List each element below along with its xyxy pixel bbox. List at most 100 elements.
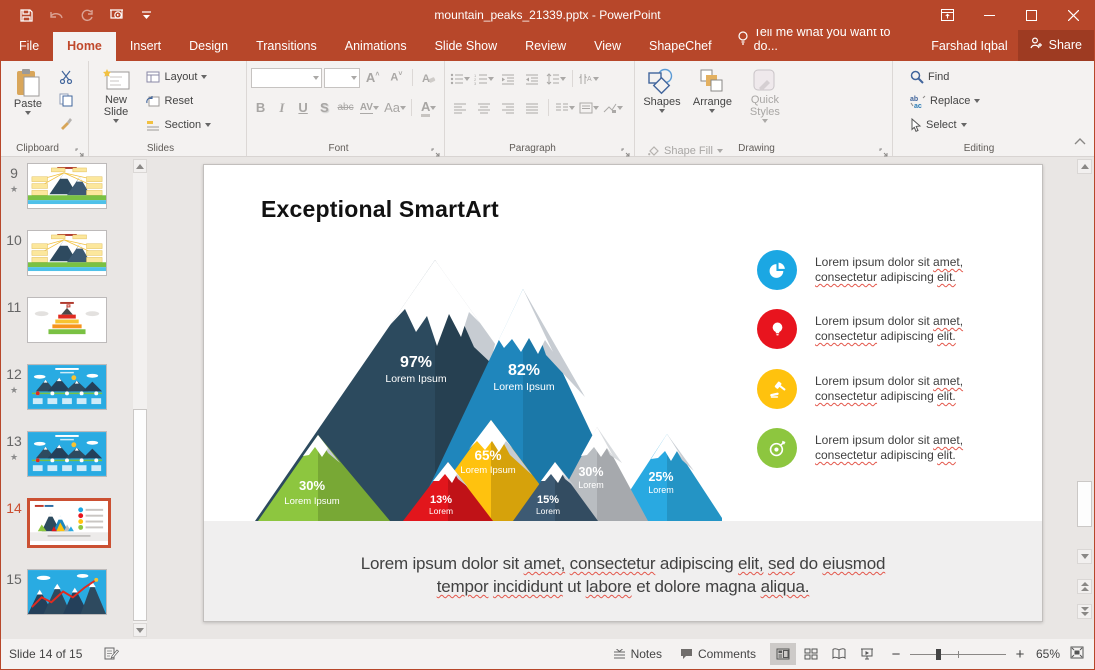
thumbnail-scrollbar-thumb[interactable] bbox=[133, 409, 147, 621]
notes-toggle[interactable]: Notes bbox=[609, 643, 666, 665]
previous-slide-icon[interactable] bbox=[1077, 579, 1092, 594]
underline-button[interactable]: U bbox=[293, 97, 312, 118]
align-center-button[interactable] bbox=[473, 97, 495, 118]
font-name-combobox[interactable] bbox=[251, 68, 322, 88]
cut-icon[interactable] bbox=[55, 66, 77, 87]
find-button[interactable]: Find bbox=[907, 66, 983, 88]
change-case-button[interactable]: Aa bbox=[384, 97, 407, 118]
slide-thumbnail-image[interactable] bbox=[27, 431, 107, 477]
tab-review[interactable]: Review bbox=[511, 32, 580, 61]
text-direction-button[interactable]: A bbox=[578, 68, 600, 89]
select-button[interactable]: Select bbox=[907, 114, 983, 136]
tab-design[interactable]: Design bbox=[175, 32, 242, 61]
arrange-button[interactable]: Arrange bbox=[689, 64, 735, 138]
italic-button[interactable]: I bbox=[272, 97, 291, 118]
minimize-icon[interactable] bbox=[968, 1, 1010, 29]
normal-view-icon[interactable] bbox=[770, 643, 796, 665]
section-button[interactable]: Section bbox=[143, 114, 214, 136]
font-size-combobox[interactable] bbox=[324, 68, 360, 88]
text-shadow-button[interactable]: S bbox=[315, 97, 334, 118]
tab-insert[interactable]: Insert bbox=[116, 32, 175, 61]
thumbnail-slide-13[interactable]: 13★ bbox=[1, 431, 131, 477]
close-icon[interactable] bbox=[1052, 1, 1094, 29]
strikethrough-button[interactable]: abc bbox=[336, 97, 355, 118]
tab-transitions[interactable]: Transitions bbox=[242, 32, 331, 61]
replace-button[interactable]: abac Replace bbox=[907, 90, 983, 112]
thumbnail-slide-15[interactable]: 15 bbox=[1, 569, 131, 615]
layout-button[interactable]: Layout bbox=[143, 66, 214, 88]
clear-formatting-icon[interactable]: A bbox=[418, 67, 440, 88]
grow-font-icon[interactable]: A˄ bbox=[362, 67, 384, 88]
zoom-level[interactable]: 65% bbox=[1036, 647, 1060, 661]
main-scrollbar[interactable] bbox=[1077, 159, 1092, 637]
redo-icon[interactable] bbox=[73, 3, 99, 27]
save-icon[interactable] bbox=[13, 3, 39, 27]
slideshow-view-icon[interactable] bbox=[854, 643, 880, 665]
scroll-up-icon[interactable] bbox=[1077, 159, 1092, 174]
slide-thumbnail-image[interactable] bbox=[27, 498, 111, 548]
feature-item[interactable]: Lorem ipsum dolor sit amet, consectetur … bbox=[757, 428, 963, 468]
align-text-button[interactable] bbox=[578, 97, 600, 118]
scroll-down-icon[interactable] bbox=[133, 623, 147, 637]
spell-check-icon[interactable] bbox=[104, 646, 119, 663]
tab-file[interactable]: File bbox=[1, 32, 53, 61]
ribbon-display-options-icon[interactable] bbox=[926, 1, 968, 29]
zoom-slider[interactable] bbox=[910, 654, 1006, 655]
align-right-button[interactable] bbox=[497, 97, 519, 118]
columns-button[interactable] bbox=[554, 97, 576, 118]
increase-indent-button[interactable] bbox=[521, 68, 543, 89]
next-slide-icon[interactable] bbox=[1077, 604, 1092, 619]
feature-item[interactable]: Lorem ipsum dolor sit amet, consectetur … bbox=[757, 309, 963, 349]
maximize-icon[interactable] bbox=[1010, 1, 1052, 29]
slide-thumbnail-image[interactable] bbox=[27, 230, 107, 276]
feature-item[interactable]: Lorem ipsum dolor sit amet, consectetur … bbox=[757, 250, 963, 290]
shrink-font-icon[interactable]: A˅ bbox=[386, 67, 408, 88]
tab-view[interactable]: View bbox=[580, 32, 635, 61]
fit-slide-to-window-icon[interactable] bbox=[1070, 646, 1088, 662]
tab-slide-show[interactable]: Slide Show bbox=[421, 32, 512, 61]
copy-icon[interactable] bbox=[55, 89, 77, 110]
line-spacing-button[interactable] bbox=[545, 68, 567, 89]
start-slideshow-icon[interactable] bbox=[103, 3, 129, 27]
thumbnail-slide-12[interactable]: 12★ bbox=[1, 364, 131, 410]
clipboard-dialog-launcher[interactable] bbox=[75, 144, 85, 154]
paragraph-dialog-launcher[interactable] bbox=[621, 144, 631, 154]
account-name[interactable]: Farshad Iqbal bbox=[921, 32, 1017, 61]
comments-toggle[interactable]: Comments bbox=[676, 643, 760, 665]
customize-qat-icon[interactable] bbox=[133, 3, 159, 27]
numbering-button[interactable]: 123 bbox=[473, 68, 495, 89]
justify-button[interactable] bbox=[521, 97, 543, 118]
paste-button[interactable]: Paste bbox=[5, 64, 51, 138]
thumbnail-slide-9[interactable]: 9★ bbox=[1, 163, 131, 209]
align-left-button[interactable] bbox=[449, 97, 471, 118]
slide-indicator[interactable]: Slide 14 of 15 bbox=[9, 647, 82, 661]
collapse-ribbon-icon[interactable] bbox=[1074, 132, 1086, 150]
bullets-button[interactable] bbox=[449, 68, 471, 89]
slide-thumbnail-image[interactable] bbox=[27, 569, 107, 615]
thumbnail-slide-14-selected[interactable]: 14 bbox=[1, 498, 131, 548]
font-color-button[interactable]: A bbox=[417, 97, 440, 118]
zoom-in-icon[interactable]: + bbox=[1014, 646, 1026, 663]
main-scrollbar-thumb[interactable] bbox=[1077, 481, 1092, 527]
feature-item[interactable]: Lorem ipsum dolor sit amet, consectetur … bbox=[757, 369, 963, 409]
drawing-dialog-launcher[interactable] bbox=[879, 144, 889, 154]
convert-to-smartart-button[interactable] bbox=[602, 97, 624, 118]
thumbnail-slide-10[interactable]: 10 bbox=[1, 230, 131, 276]
slide-sorter-view-icon[interactable] bbox=[798, 643, 824, 665]
character-spacing-button[interactable]: AV bbox=[357, 97, 381, 118]
thumbnail-scrollbar[interactable] bbox=[133, 159, 147, 637]
share-button[interactable]: Share bbox=[1018, 30, 1094, 61]
bold-button[interactable]: B bbox=[251, 97, 270, 118]
font-dialog-launcher[interactable] bbox=[431, 144, 441, 154]
thumbnail-slide-11[interactable]: 11 bbox=[1, 297, 131, 343]
tab-home[interactable]: Home bbox=[53, 32, 116, 61]
slide-thumbnail-image[interactable] bbox=[27, 364, 107, 410]
new-slide-button[interactable]: New Slide bbox=[93, 64, 139, 138]
reading-view-icon[interactable] bbox=[826, 643, 852, 665]
scroll-down-icon[interactable] bbox=[1077, 549, 1092, 564]
current-slide[interactable]: Exceptional SmartArt 97% Lorem Ipsum bbox=[203, 164, 1043, 622]
zoom-slider-thumb[interactable] bbox=[936, 649, 941, 660]
zoom-out-icon[interactable]: − bbox=[890, 646, 902, 663]
slide-footer-text[interactable]: Lorem ipsum dolor sit amet, consectetur … bbox=[204, 521, 1042, 621]
mountain-smartart-graphic[interactable]: 97% Lorem Ipsum 82% Lorem Ipsum bbox=[230, 255, 722, 523]
